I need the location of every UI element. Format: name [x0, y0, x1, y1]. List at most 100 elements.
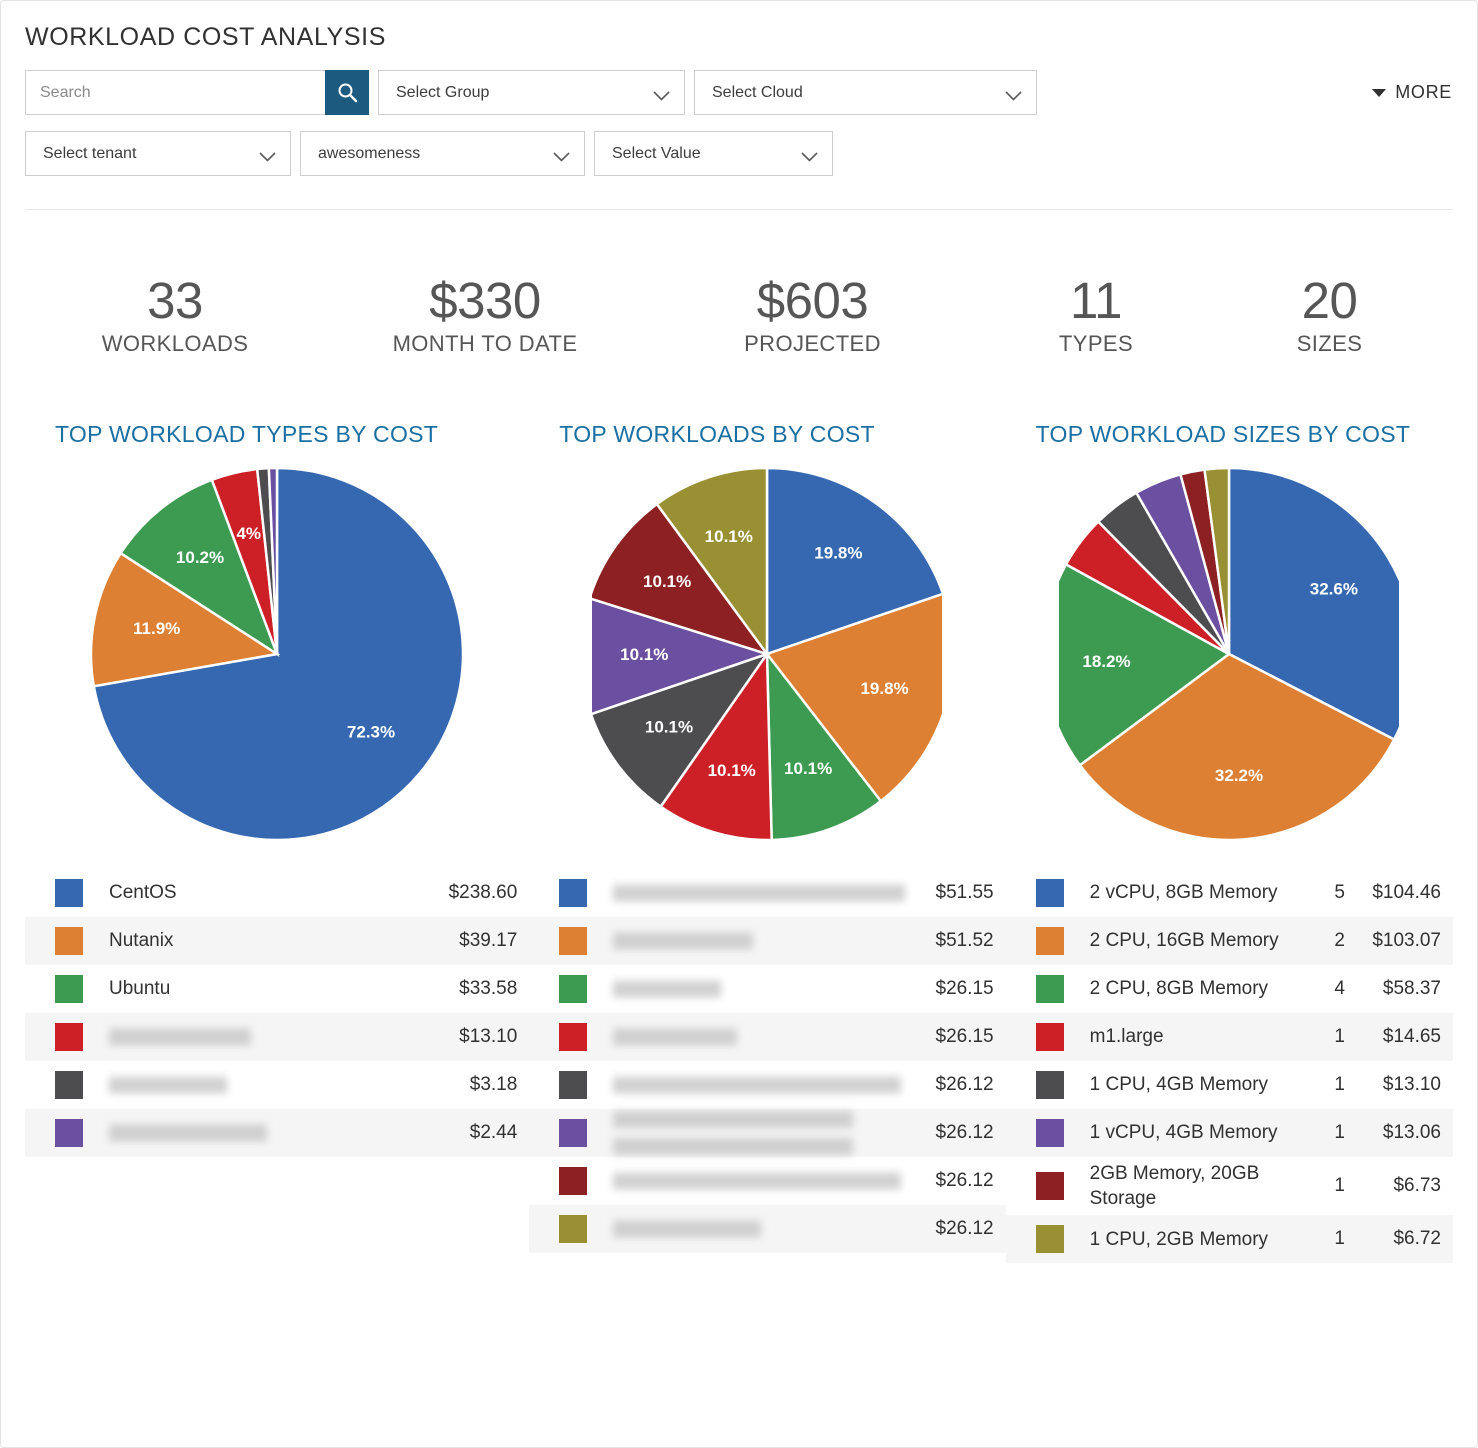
legend-color-swatch	[55, 1071, 83, 1099]
legend-item-label: 2 vCPU, 8GB Memory	[1090, 880, 1309, 905]
legend-color-swatch	[1036, 1023, 1064, 1051]
legend-color-swatch	[559, 1023, 587, 1051]
legend-row[interactable]: 1 CPU, 2GB Memory1$6.72	[1006, 1215, 1453, 1263]
pie-chart-workload-types: 72.3%11.9%10.2%4%	[25, 468, 529, 843]
legend-row[interactable]: 2GB Memory, 20GB Storage1$6.73	[1006, 1157, 1453, 1215]
chart-panel-workload-sizes: TOP WORKLOAD SIZES BY COST 32.6%32.2%18.…	[1006, 421, 1453, 1263]
legend-row[interactable]: $51.55	[529, 869, 1005, 917]
legend-item-count: 4	[1309, 978, 1345, 1000]
kpi-value: 33	[25, 274, 325, 327]
kpi-label: WORKLOADS	[25, 331, 325, 357]
select-cloud-dropdown[interactable]: Select Cloud	[694, 70, 1037, 115]
page-title: WORKLOAD COST ANALYSIS	[25, 23, 1453, 52]
legend-row[interactable]: $26.12	[529, 1109, 1005, 1157]
chart-panel-workloads: TOP WORKLOADS BY COST 19.8%19.8%10.1%10.…	[529, 421, 1005, 1263]
legend-item-cost: $26.15	[886, 978, 994, 1000]
legend-row[interactable]: $3.18	[25, 1061, 529, 1109]
legend-color-swatch	[55, 879, 83, 907]
legend-row[interactable]: $51.52	[529, 917, 1005, 965]
legend-color-swatch	[1036, 975, 1064, 1003]
search-input[interactable]	[25, 70, 325, 115]
pie-svg[interactable]: 32.6%32.2%18.2%	[1059, 468, 1399, 840]
legend-item-count: 1	[1309, 1122, 1345, 1144]
legend-row[interactable]: CentOS$238.60	[25, 869, 529, 917]
legend-row[interactable]: $26.15	[529, 1013, 1005, 1061]
legend-item-cost: $104.46	[1345, 882, 1441, 904]
legend-workload-types: CentOS$238.60Nutanix$39.17Ubuntu$33.58$1…	[25, 869, 529, 1157]
legend-color-swatch	[559, 1215, 587, 1243]
select-tenant-label: Select tenant	[43, 145, 136, 163]
filter-row-secondary: Select tenant awesomeness Select Value	[25, 131, 1453, 176]
legend-color-swatch	[55, 975, 83, 1003]
kpi-value: $603	[645, 274, 980, 327]
more-filters-button[interactable]: MORE	[1372, 82, 1452, 103]
kpi-month-to-date: $330 MONTH TO DATE	[325, 274, 645, 357]
select-tag-key-dropdown[interactable]: awesomeness	[300, 131, 585, 176]
pie-chart-workload-sizes: 32.6%32.2%18.2%	[1006, 468, 1453, 843]
legend-color-swatch	[55, 1119, 83, 1147]
search-icon	[337, 82, 358, 103]
legend-item-cost: $13.06	[1345, 1122, 1441, 1144]
select-group-dropdown[interactable]: Select Group	[378, 70, 685, 115]
legend-item-label: 2 CPU, 16GB Memory	[1090, 928, 1309, 953]
kpi-value: 20	[1212, 274, 1447, 327]
pie-slice-percent-label: 10.2%	[176, 548, 224, 567]
legend-item-cost: $26.12	[886, 1074, 994, 1096]
legend-row[interactable]: $26.12	[529, 1157, 1005, 1205]
legend-row[interactable]: $26.12	[529, 1061, 1005, 1109]
legend-row[interactable]: Ubuntu$33.58	[25, 965, 529, 1013]
chart-title: TOP WORKLOADS BY COST	[559, 421, 1005, 448]
legend-color-swatch	[55, 927, 83, 955]
legend-color-swatch	[1036, 879, 1064, 907]
legend-row[interactable]: $13.10	[25, 1013, 529, 1061]
pie-slice-percent-label: 18.2%	[1083, 652, 1131, 671]
legend-item-cost: $13.10	[1345, 1074, 1441, 1096]
kpi-label: TYPES	[980, 331, 1212, 357]
legend-color-swatch	[559, 1119, 587, 1147]
legend-row[interactable]: 2 CPU, 16GB Memory2$103.07	[1006, 917, 1453, 965]
legend-item-label: m1.large	[1090, 1024, 1309, 1049]
pie-slice-percent-label: 72.3%	[347, 722, 395, 741]
legend-row[interactable]: 1 vCPU, 4GB Memory1$13.06	[1006, 1109, 1453, 1157]
legend-item-label: Ubuntu	[109, 976, 421, 1001]
pie-svg[interactable]: 19.8%19.8%10.1%10.1%10.1%10.1%10.1%10.1%	[592, 468, 942, 840]
legend-item-label: Nutanix	[109, 928, 421, 953]
pie-slice-percent-label: 10.1%	[784, 759, 832, 778]
chart-panel-workload-types: TOP WORKLOAD TYPES BY COST 72.3%11.9%10.…	[25, 421, 529, 1263]
chevron-down-icon	[259, 149, 276, 159]
kpi-workloads: 33 WORKLOADS	[25, 274, 325, 357]
legend-row[interactable]: 1 CPU, 4GB Memory1$13.10	[1006, 1061, 1453, 1109]
kpi-sizes: 20 SIZES	[1212, 274, 1447, 357]
legend-row[interactable]: $26.15	[529, 965, 1005, 1013]
pie-slice-percent-label: 10.1%	[705, 527, 753, 546]
kpi-value: 11	[980, 274, 1212, 327]
legend-item-cost: $3.18	[421, 1074, 517, 1096]
pie-svg[interactable]: 72.3%11.9%10.2%4%	[91, 468, 463, 840]
legend-color-swatch	[559, 879, 587, 907]
pie-chart-workloads: 19.8%19.8%10.1%10.1%10.1%10.1%10.1%10.1%	[529, 468, 1005, 843]
search-button[interactable]	[325, 70, 369, 115]
legend-row[interactable]: 2 CPU, 8GB Memory4$58.37	[1006, 965, 1453, 1013]
legend-item-cost: $39.17	[421, 930, 517, 952]
legend-item-cost: $51.52	[886, 930, 994, 952]
select-tag-key-label: awesomeness	[318, 145, 420, 163]
legend-row[interactable]: $2.44	[25, 1109, 529, 1157]
legend-row[interactable]: m1.large1$14.65	[1006, 1013, 1453, 1061]
legend-item-cost: $58.37	[1345, 978, 1441, 1000]
select-tenant-dropdown[interactable]: Select tenant	[25, 131, 291, 176]
legend-color-swatch	[1036, 1071, 1064, 1099]
search-box	[25, 70, 369, 115]
select-cloud-label: Select Cloud	[712, 84, 803, 102]
legend-row[interactable]: Nutanix$39.17	[25, 917, 529, 965]
kpi-types: 11 TYPES	[980, 274, 1212, 357]
chevron-down-icon	[801, 149, 818, 159]
select-value-dropdown[interactable]: Select Value	[594, 131, 833, 176]
legend-item-cost: $33.58	[421, 978, 517, 1000]
legend-item-count: 1	[1309, 1026, 1345, 1048]
legend-row[interactable]: 2 vCPU, 8GB Memory5$104.46	[1006, 869, 1453, 917]
legend-item-label: CentOS	[109, 880, 421, 905]
pie-slice-percent-label: 19.8%	[861, 679, 909, 698]
legend-color-swatch	[1036, 927, 1064, 955]
legend-item-cost: $103.07	[1345, 930, 1441, 952]
legend-row[interactable]: $26.12	[529, 1205, 1005, 1253]
